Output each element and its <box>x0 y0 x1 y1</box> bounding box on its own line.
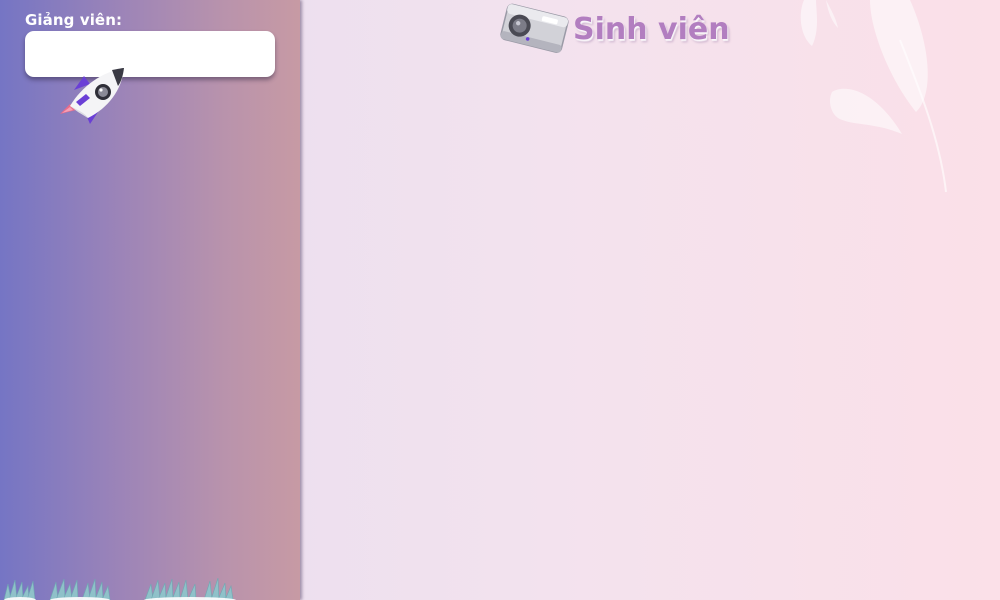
grass-decoration <box>3 578 236 600</box>
page-title: Sinh viên <box>573 12 730 47</box>
lecturer-label: Giảng viên: <box>25 11 123 29</box>
projector-icon <box>500 3 569 53</box>
header: Sinh viên <box>495 0 755 62</box>
leaves-decoration <box>800 0 947 193</box>
app-window: Giảng viên: Sinh viên <box>0 0 1000 600</box>
rocket-icon <box>60 68 124 124</box>
sidebar: Giảng viên: <box>0 0 300 600</box>
